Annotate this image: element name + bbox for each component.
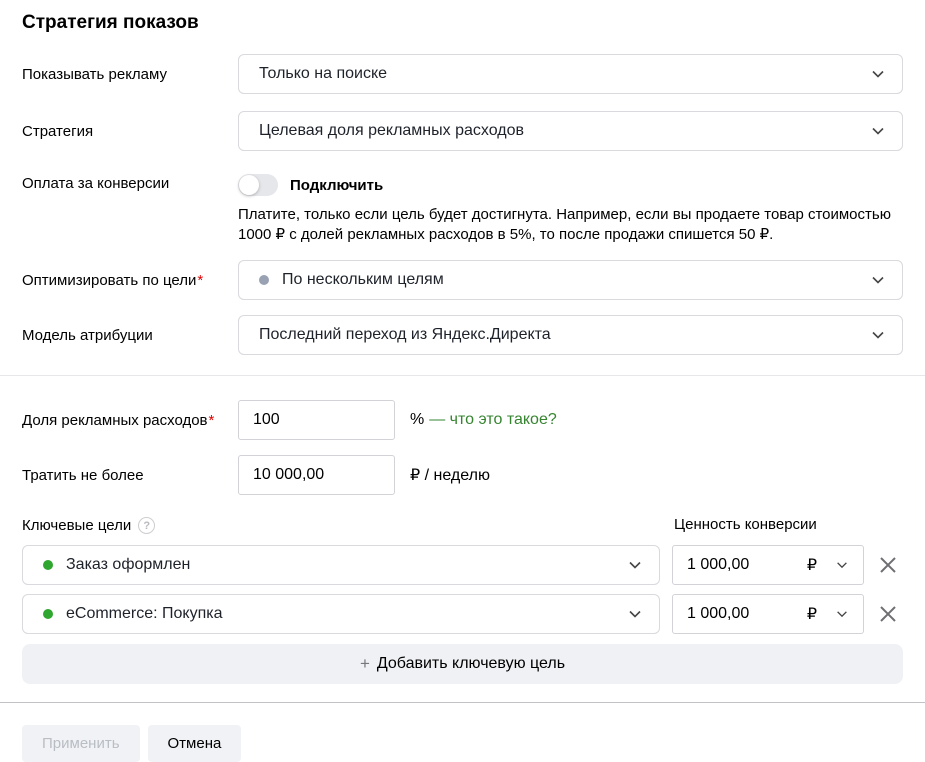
multi-goal-dot-icon	[259, 275, 269, 285]
close-icon	[877, 554, 899, 576]
show-ads-selected-value: Только на поиске	[259, 65, 387, 83]
key-goals-header: Ключевые цели ? Ценность конверсии	[22, 515, 903, 536]
optimize-goal-selected-value: По нескольким целям	[282, 271, 444, 289]
row-pay-per-conversion: Оплата за конверсии Подключить Платите, …	[22, 168, 903, 245]
add-key-goal-button[interactable]: + Добавить ключевую цель	[22, 644, 903, 684]
currency-symbol: ₽	[807, 604, 817, 624]
optimize-goal-label: Оптимизировать по цели*	[22, 260, 238, 289]
remove-goal-button[interactable]	[875, 552, 901, 578]
attribution-label: Модель атрибуции	[22, 315, 238, 344]
goal-selected-value: eCommerce: Покупка	[66, 605, 223, 623]
optimize-goal-select[interactable]: По нескольким целям	[238, 260, 903, 300]
strategy-selected-value: Целевая доля рекламных расходов	[259, 122, 524, 140]
attribution-select[interactable]: Последний переход из Яндекс.Директа	[238, 315, 903, 355]
close-icon	[877, 603, 899, 625]
conversion-value-input[interactable]: 1 000,00 ₽	[672, 594, 864, 634]
footer-divider	[0, 702, 925, 703]
required-asterisk: *	[209, 412, 215, 429]
pay-per-conversion-description: Платите, только если цель будет достигну…	[238, 205, 898, 245]
strategy-label: Стратегия	[22, 111, 238, 140]
currency-per-week-unit: ₽ / неделю	[410, 465, 490, 485]
cancel-button[interactable]: Отмена	[148, 725, 242, 762]
attribution-selected-value: Последний переход из Яндекс.Директа	[259, 326, 551, 344]
show-ads-select[interactable]: Только на поиске	[238, 54, 903, 94]
goal-selected-value: Заказ оформлен	[66, 556, 190, 574]
show-ads-label: Показывать рекламу	[22, 54, 238, 83]
percent-unit: %	[410, 411, 424, 429]
cost-share-label: Доля рекламных расходов*	[22, 400, 238, 429]
goal-select[interactable]: eCommerce: Покупка	[22, 594, 660, 634]
toggle-knob	[239, 175, 259, 195]
goal-status-dot-icon	[43, 560, 53, 570]
help-icon[interactable]: ?	[138, 517, 155, 534]
section-divider	[0, 375, 925, 376]
chevron-down-icon	[870, 123, 886, 139]
row-strategy: Стратегия Целевая доля рекламных расходо…	[22, 111, 903, 151]
row-show-ads: Показывать рекламу Только на поиске	[22, 54, 903, 94]
row-cost-share: Доля рекламных расходов* % — что это так…	[22, 400, 903, 440]
chevron-down-icon	[627, 606, 643, 622]
strategy-select[interactable]: Целевая доля рекламных расходов	[238, 111, 903, 151]
what-is-it-link[interactable]: — что это такое?	[429, 411, 557, 429]
row-attribution: Модель атрибуции Последний переход из Ян…	[22, 315, 903, 355]
page-title: Стратегия показов	[22, 0, 903, 34]
chevron-down-icon	[870, 272, 886, 288]
add-key-goal-label: Добавить ключевую цель	[377, 655, 565, 673]
key-goal-row: eCommerce: Покупка 1 000,00 ₽	[22, 594, 903, 634]
goal-status-dot-icon	[43, 609, 53, 619]
chevron-down-icon	[870, 327, 886, 343]
goal-select[interactable]: Заказ оформлен	[22, 545, 660, 585]
chevron-down-icon	[870, 66, 886, 82]
conversion-value-header: Ценность конверсии	[674, 516, 817, 533]
footer-actions: Применить Отмена	[22, 725, 903, 762]
spend-limit-input[interactable]	[238, 455, 395, 495]
conversion-value-input[interactable]: 1 000,00 ₽	[672, 545, 864, 585]
row-optimize-goal: Оптимизировать по цели* По нескольким це…	[22, 260, 903, 300]
pay-per-conversion-label: Оплата за конверсии	[22, 168, 238, 192]
conversion-value: 1 000,00	[687, 556, 749, 574]
conversion-value: 1 000,00	[687, 605, 749, 623]
chevron-down-icon	[835, 607, 849, 621]
chevron-down-icon	[627, 557, 643, 573]
toggle-label: Подключить	[290, 177, 383, 194]
spend-limit-label: Тратить не более	[22, 455, 238, 484]
apply-button[interactable]: Применить	[22, 725, 140, 762]
plus-icon: +	[360, 654, 370, 674]
pay-per-conversion-toggle[interactable]	[238, 174, 278, 196]
remove-goal-button[interactable]	[875, 601, 901, 627]
required-asterisk: *	[197, 272, 203, 289]
key-goals-title: Ключевые цели	[22, 517, 131, 534]
cost-share-input[interactable]	[238, 400, 395, 440]
key-goal-row: Заказ оформлен 1 000,00 ₽	[22, 545, 903, 585]
chevron-down-icon	[835, 558, 849, 572]
row-spend-limit: Тратить не более ₽ / неделю	[22, 455, 903, 495]
currency-symbol: ₽	[807, 555, 817, 575]
strategy-settings-panel: Стратегия показов Показывать рекламу Тол…	[0, 0, 925, 761]
